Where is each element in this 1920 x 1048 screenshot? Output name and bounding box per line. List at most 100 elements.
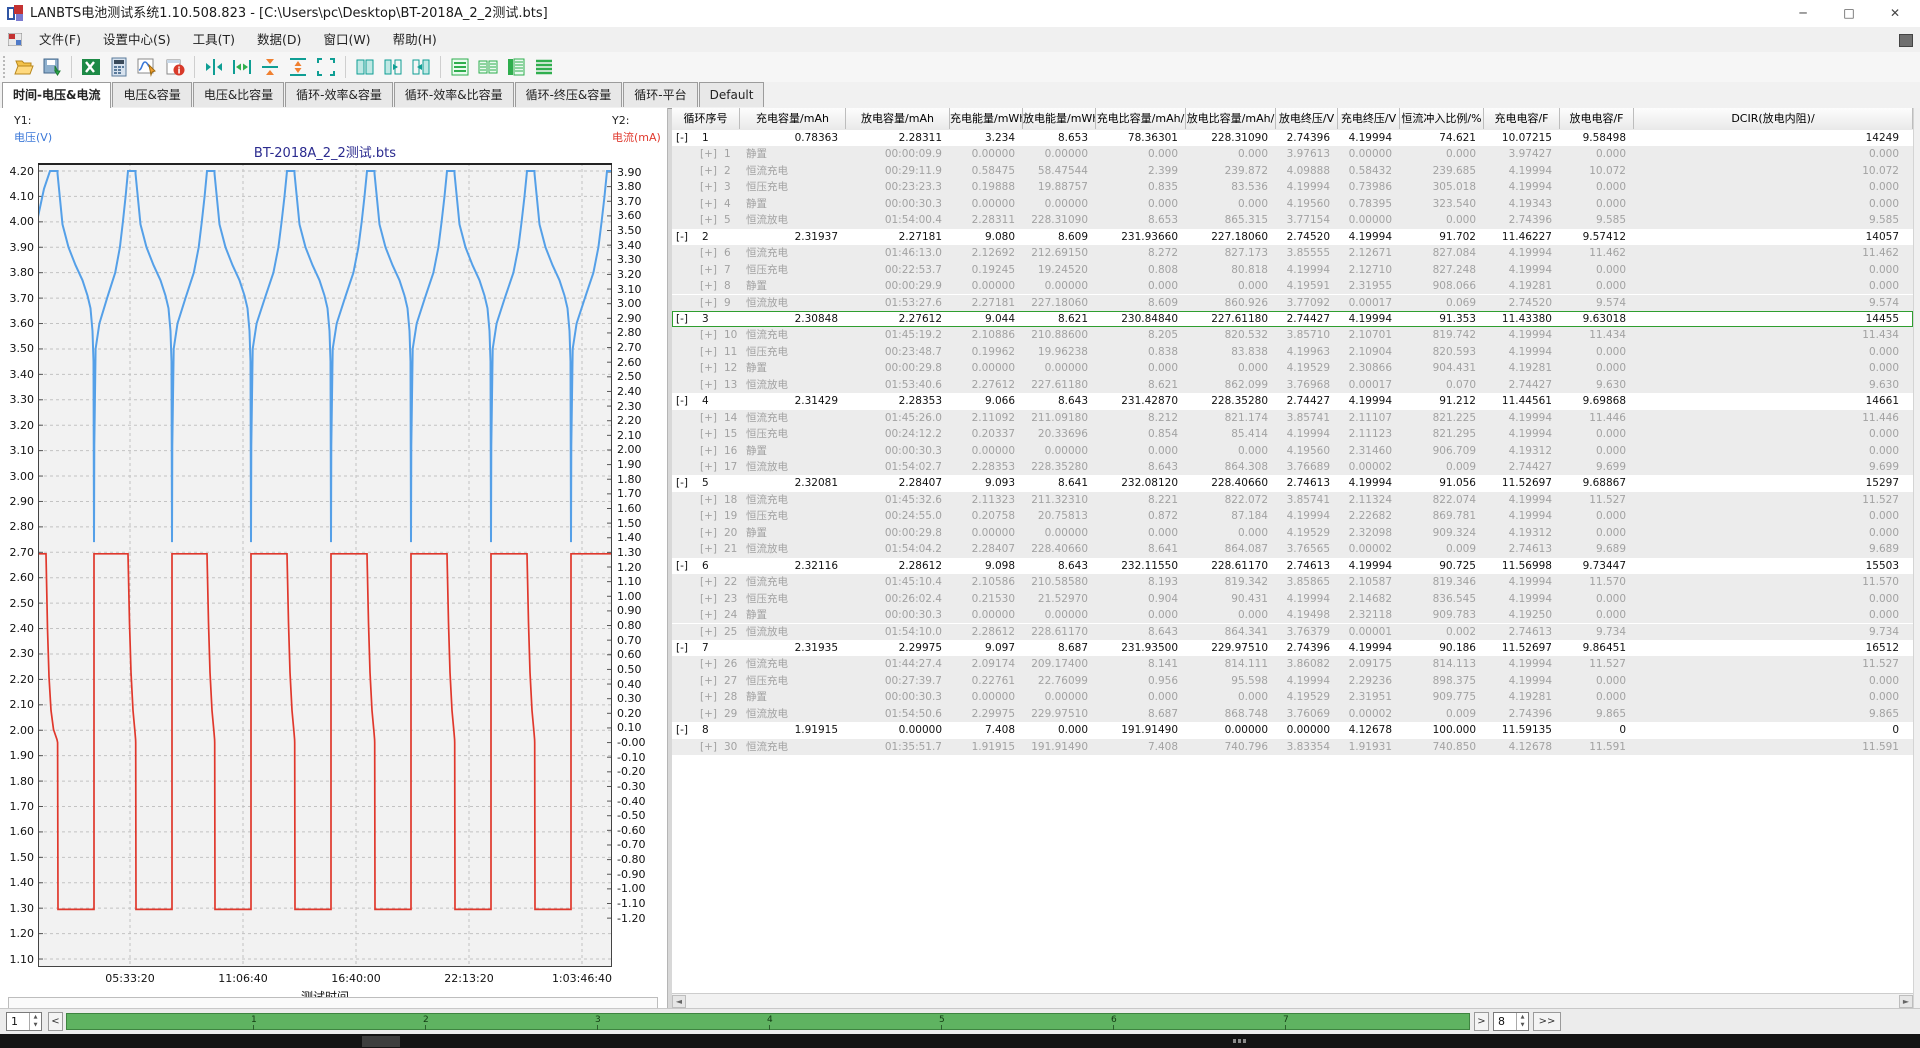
tab-循环-平台[interactable]: 循环-平台 bbox=[623, 82, 697, 107]
step-row[interactable]: [+]8静置00:00:29.90.000000.000000.0000.000… bbox=[672, 278, 1913, 294]
mdi-window-icon[interactable] bbox=[1899, 34, 1913, 47]
step-row[interactable]: [+]5恒流放电01:54:00.42.28311228.310908.6538… bbox=[672, 212, 1913, 228]
calculator-icon[interactable] bbox=[106, 54, 132, 80]
collapse-expander[interactable]: [-] bbox=[676, 311, 696, 327]
step-row[interactable]: [+]24静置00:00:30.30.000000.000000.0000.00… bbox=[672, 607, 1913, 623]
expand-expander[interactable]: [+] bbox=[700, 574, 720, 590]
curve-settings-icon[interactable] bbox=[134, 54, 160, 80]
expand-expander[interactable]: [+] bbox=[700, 262, 720, 278]
step-row[interactable]: [+]19恒压充电00:24:55.00.2075820.758130.8728… bbox=[672, 508, 1913, 524]
menu-item[interactable]: 帮助(H) bbox=[382, 27, 448, 52]
list-view-4-icon[interactable] bbox=[531, 54, 557, 80]
expand-expander[interactable]: [+] bbox=[700, 327, 720, 343]
step-row[interactable]: [+]3恒压充电00:23:23.30.1988819.887570.83583… bbox=[672, 179, 1913, 195]
cycle-row[interactable]: [-]72.319352.299759.0978.687231.93500229… bbox=[672, 640, 1913, 656]
full-view-icon[interactable] bbox=[313, 54, 339, 80]
page-prev-button[interactable]: < bbox=[48, 1012, 63, 1031]
split-horizontal-icon[interactable] bbox=[201, 54, 227, 80]
open-file-icon[interactable] bbox=[11, 54, 37, 80]
maximize-button[interactable]: □ bbox=[1826, 0, 1872, 27]
step-row[interactable]: [+]28静置00:00:30.30.000000.000000.0000.00… bbox=[672, 689, 1913, 705]
step-row[interactable]: [+]13恒流放电01:53:40.62.27612227.611808.621… bbox=[672, 377, 1913, 393]
expand-expander[interactable]: [+] bbox=[700, 607, 720, 623]
step-row[interactable]: [+]26恒流充电01:44:27.42.09174209.174008.141… bbox=[672, 656, 1913, 672]
column-header[interactable]: 循环序号 bbox=[672, 108, 740, 129]
expand-expander[interactable]: [+] bbox=[700, 624, 720, 640]
column-header[interactable]: 放电终压/V bbox=[1276, 108, 1338, 129]
collapse-expander[interactable]: [-] bbox=[676, 229, 696, 245]
scroll-right-icon[interactable]: ► bbox=[1899, 995, 1913, 1008]
expand-expander[interactable]: [+] bbox=[700, 179, 720, 195]
close-button[interactable]: ✕ bbox=[1872, 0, 1918, 27]
report-info-icon[interactable]: i bbox=[162, 54, 188, 80]
list-view-2-icon[interactable] bbox=[475, 54, 501, 80]
step-row[interactable]: [+]21恒流放电01:54:04.22.28407228.406608.641… bbox=[672, 541, 1913, 557]
collapse-expander[interactable]: [-] bbox=[676, 393, 696, 409]
menu-item[interactable]: 窗口(W) bbox=[312, 27, 381, 52]
cycle-row[interactable]: [-]22.319372.271819.0808.609231.93660227… bbox=[672, 229, 1913, 245]
tab-循环-终压&容量[interactable]: 循环-终压&容量 bbox=[515, 82, 623, 107]
cycle-row[interactable]: [-]81.919150.000007.4080.000191.914900.0… bbox=[672, 722, 1913, 738]
tab-Default[interactable]: Default bbox=[699, 82, 765, 107]
expand-expander[interactable]: [+] bbox=[700, 591, 720, 607]
step-row[interactable]: [+]7恒压充电00:22:53.70.1924519.245200.80880… bbox=[672, 262, 1913, 278]
tab-电压&比容量[interactable]: 电压&比容量 bbox=[193, 82, 284, 107]
expand-expander[interactable]: [+] bbox=[700, 426, 720, 442]
step-row[interactable]: [+]20静置00:00:29.80.000000.000000.0000.00… bbox=[672, 525, 1913, 541]
column-header[interactable]: 充电容量/mAh bbox=[740, 108, 846, 129]
step-row[interactable]: [+]10恒流充电01:45:19.22.10886210.886008.205… bbox=[672, 327, 1913, 343]
expand-expander[interactable]: [+] bbox=[700, 196, 720, 212]
cycle-row[interactable]: [-]52.320812.284079.0938.641232.08120228… bbox=[672, 475, 1913, 491]
menu-item[interactable]: 数据(D) bbox=[246, 27, 312, 52]
dual-panel-icon[interactable] bbox=[352, 54, 378, 80]
column-header[interactable]: 充电终压/V bbox=[1338, 108, 1400, 129]
expand-expander[interactable]: [+] bbox=[700, 689, 720, 705]
table-horizontal-scrollbar[interactable]: ◄ ► bbox=[672, 993, 1913, 1009]
minimize-button[interactable]: ─ bbox=[1780, 0, 1826, 27]
collapse-expander[interactable]: [-] bbox=[676, 640, 696, 656]
menu-item[interactable]: 设置中心(S) bbox=[92, 27, 182, 52]
expand-expander[interactable]: [+] bbox=[700, 673, 720, 689]
menu-item[interactable]: 文件(F) bbox=[28, 27, 92, 52]
column-header[interactable]: 放电电容/F bbox=[1560, 108, 1634, 129]
column-header[interactable]: DCIR(放电内阻)/ bbox=[1634, 108, 1913, 129]
page-last-button[interactable]: >> bbox=[1533, 1012, 1561, 1031]
step-row[interactable]: [+]12静置00:00:29.80.000000.000000.0000.00… bbox=[672, 360, 1913, 376]
step-row[interactable]: [+]14恒流充电01:45:26.02.11092211.091808.212… bbox=[672, 410, 1913, 426]
expand-expander[interactable]: [+] bbox=[700, 163, 720, 179]
step-row[interactable]: [+]2恒流充电00:29:11.90.5847558.475442.39923… bbox=[672, 163, 1913, 179]
page-next-button[interactable]: > bbox=[1474, 1012, 1489, 1031]
list-view-1-icon[interactable] bbox=[447, 54, 473, 80]
collapse-expander[interactable]: [-] bbox=[676, 722, 696, 738]
cycle-row[interactable]: [-]62.321162.286129.0988.643232.11550228… bbox=[672, 558, 1913, 574]
expand-expander[interactable]: [+] bbox=[700, 295, 720, 311]
step-row[interactable]: [+]23恒压充电00:26:02.40.2153021.529700.9049… bbox=[672, 591, 1913, 607]
column-header[interactable]: 放电比容量/mAh/ bbox=[1186, 108, 1276, 129]
expand-expander[interactable]: [+] bbox=[700, 377, 720, 393]
step-row[interactable]: [+]17恒流放电01:54:02.72.28353228.352808.643… bbox=[672, 459, 1913, 475]
taskbar-app-button[interactable] bbox=[362, 1036, 400, 1047]
collapse-expander[interactable]: [-] bbox=[676, 475, 696, 491]
dock-right-icon[interactable] bbox=[408, 54, 434, 80]
column-header[interactable]: 充电比容量/mAh/ bbox=[1096, 108, 1186, 129]
fit-horizontal-icon[interactable] bbox=[229, 54, 255, 80]
expand-expander[interactable]: [+] bbox=[700, 245, 720, 261]
expand-expander[interactable]: [+] bbox=[700, 492, 720, 508]
step-row[interactable]: [+]27恒压充电00:27:39.70.2276122.760990.9569… bbox=[672, 673, 1913, 689]
tab-电压&容量[interactable]: 电压&容量 bbox=[112, 82, 191, 107]
step-row[interactable]: [+]16静置00:00:30.30.000000.000000.0000.00… bbox=[672, 443, 1913, 459]
column-header[interactable]: 放电能量/mWh bbox=[1023, 108, 1096, 129]
step-row[interactable]: [+]18恒流充电01:45:32.62.11323211.323108.221… bbox=[672, 492, 1913, 508]
split-vertical-icon[interactable] bbox=[257, 54, 283, 80]
pager-track[interactable]: 1234567 bbox=[66, 1013, 1470, 1030]
step-row[interactable]: [+]1静置00:00:09.90.000000.000000.0000.000… bbox=[672, 146, 1913, 162]
expand-expander[interactable]: [+] bbox=[700, 706, 720, 722]
expand-expander[interactable]: [+] bbox=[700, 656, 720, 672]
column-header[interactable]: 恒流冲入比例/% bbox=[1400, 108, 1484, 129]
cycle-row[interactable]: [-]32.308482.276129.0448.621230.84840227… bbox=[672, 311, 1913, 327]
step-row[interactable]: [+]6恒流充电01:46:13.02.12692212.691508.2728… bbox=[672, 245, 1913, 261]
step-row[interactable]: [+]9恒流放电01:53:27.62.27181227.180608.6098… bbox=[672, 295, 1913, 311]
step-row[interactable]: [+]4静置00:00:30.30.000000.000000.0000.000… bbox=[672, 196, 1913, 212]
step-row[interactable]: [+]30恒流充电01:35:51.71.91915191.914907.408… bbox=[672, 739, 1913, 755]
expand-expander[interactable]: [+] bbox=[700, 739, 720, 755]
